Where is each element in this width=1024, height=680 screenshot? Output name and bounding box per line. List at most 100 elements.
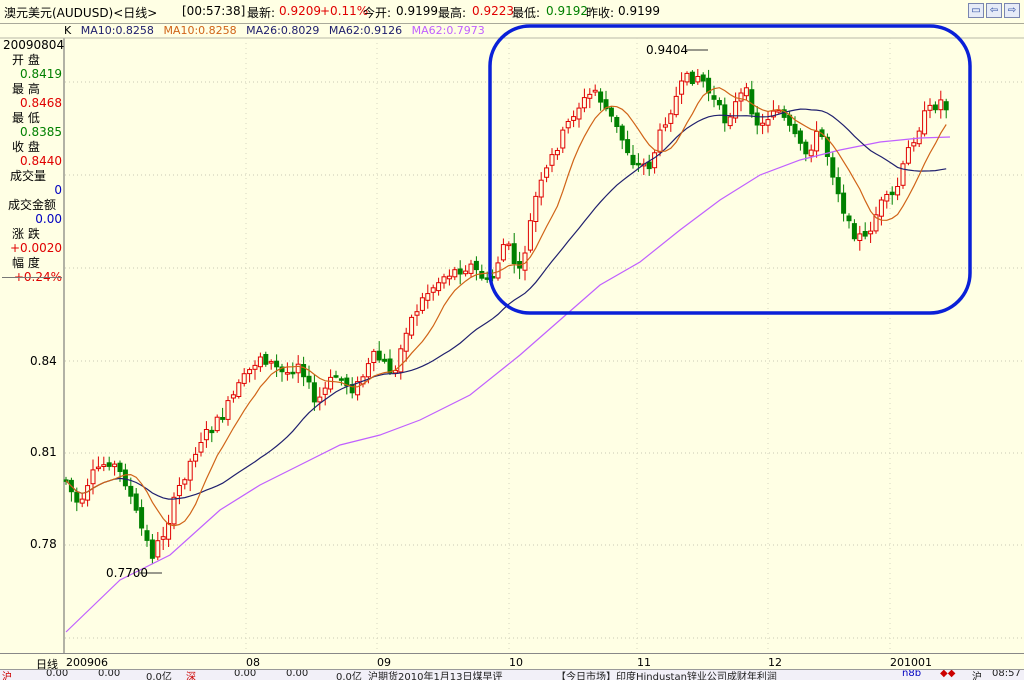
news-ticker[interactable]: 沪 0.00 0.00 0.0亿 深 0.00 0.00 0.0亿 沪期货201…: [0, 669, 1024, 680]
candle-body: [328, 376, 334, 390]
candle-body: [695, 76, 701, 83]
candle-body: [203, 429, 209, 441]
candle-body: [160, 536, 166, 540]
high-value: 0.8468: [20, 96, 62, 110]
candle-body: [625, 139, 631, 154]
candle-body: [425, 293, 431, 301]
low-label: 最 低: [12, 110, 40, 125]
x-tick-label: 12: [768, 656, 782, 669]
candle-body: [301, 364, 307, 378]
x-tick-label: 11: [637, 656, 651, 669]
candle-body: [571, 116, 577, 121]
candle-body: [236, 382, 242, 398]
candle-body: [284, 372, 290, 375]
candle-body: [441, 276, 447, 284]
candle-body: [225, 400, 231, 420]
candle-body: [198, 442, 204, 453]
candle-body: [922, 110, 928, 135]
high-label: 最 高: [12, 81, 40, 96]
candle-body: [716, 100, 722, 106]
candle-body: [657, 129, 663, 153]
candle-body: [166, 523, 172, 540]
candle-body: [85, 485, 91, 501]
candle-body: [241, 373, 247, 384]
candle-body: [527, 220, 533, 251]
candle-body: [376, 350, 382, 361]
candle-body: [776, 110, 782, 113]
candle-body: [144, 530, 150, 541]
candle-body: [430, 287, 436, 293]
candle-body: [101, 464, 107, 468]
ticker-item: 0.00: [286, 669, 309, 679]
candle-body: [365, 363, 371, 378]
candle-body: [220, 417, 226, 420]
candle-body: [544, 167, 550, 178]
candle-body: [587, 93, 593, 99]
candle-body: [479, 271, 485, 279]
candle-body: [382, 358, 388, 362]
candle-body: [619, 125, 625, 141]
candle-body: [911, 142, 917, 147]
candle-body: [868, 230, 874, 235]
candlestick-chart[interactable]: [0, 0, 1024, 653]
candle-body: [187, 460, 193, 481]
candle-body: [938, 99, 944, 111]
candle-body: [419, 297, 425, 311]
candle-body: [749, 89, 755, 115]
ticker-item: 【今日市场】印度Hindustan锌业公司成财年利润: [556, 672, 777, 680]
candle-body: [322, 387, 328, 395]
candle-body: [214, 416, 220, 432]
candle-body: [306, 375, 312, 383]
ticker-item: 0.0亿: [146, 672, 172, 680]
candle-body: [79, 498, 85, 504]
candle-body: [252, 364, 258, 370]
ticker-item: 0.00: [46, 669, 69, 679]
candle-body: [743, 87, 749, 97]
high-price-marker: 0.9404: [646, 43, 688, 57]
candle-body: [247, 369, 253, 375]
volume-value: 0: [54, 183, 62, 197]
candle-body: [106, 462, 112, 467]
candle-body: [668, 113, 674, 124]
candle-body: [95, 466, 101, 470]
ticker-item: n8b: [902, 669, 922, 679]
candle-body: [176, 485, 182, 497]
candle-body: [760, 122, 766, 126]
candle-body: [646, 161, 652, 170]
candle-body: [295, 363, 301, 374]
x-tick-label: 200906: [66, 656, 108, 669]
ticker-item: ◆◆: [940, 669, 956, 679]
candle-body: [209, 429, 215, 434]
candle-body: [581, 97, 587, 109]
candle-body: [792, 123, 798, 135]
pct-label: 幅 度: [12, 255, 40, 270]
candle-body: [463, 270, 469, 275]
candle-body: [317, 396, 323, 403]
candle-body: [862, 231, 868, 237]
candle-body: [927, 104, 933, 111]
candle-body: [149, 539, 155, 559]
candle-body: [803, 141, 809, 155]
candle-body: [765, 119, 771, 126]
candle-body: [905, 147, 911, 164]
candle-body: [754, 112, 760, 126]
ticker-item: 0.00: [234, 669, 257, 679]
amount-label: 成交金额: [8, 197, 57, 212]
candle-body: [592, 89, 598, 93]
volume-label: 成交量: [10, 168, 47, 183]
candle-body: [554, 150, 560, 156]
candle-body: [808, 149, 814, 157]
open-value: 0.8419: [20, 67, 62, 81]
ticker-item: 08:57: [992, 669, 1021, 679]
x-tick-label: 08: [246, 656, 260, 669]
candle-body: [155, 540, 161, 558]
candle-body: [857, 233, 863, 241]
candle-body: [932, 104, 938, 111]
candle-body: [193, 453, 199, 462]
candle-body: [338, 378, 344, 381]
candle-body: [889, 191, 895, 196]
candle-body: [700, 74, 706, 82]
highlight-box: [488, 24, 972, 315]
candle-body: [652, 152, 658, 169]
candle-body: [673, 95, 679, 116]
